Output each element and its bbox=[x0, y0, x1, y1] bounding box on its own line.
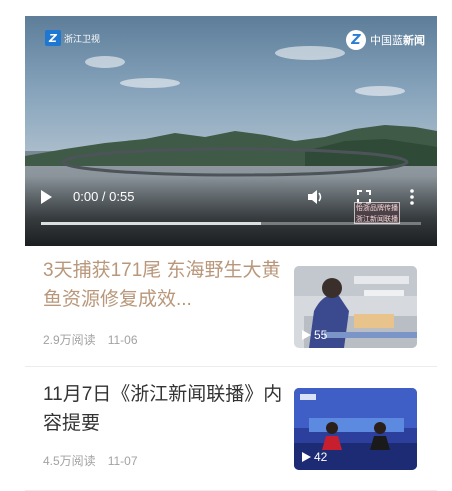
video-player[interactable]: Z 浙江卫视 Z 中国蓝新闻 0:00 / 0:55 怡浙品牌传播 浙江新闻联播 bbox=[25, 16, 437, 246]
article-date: 11-07 bbox=[107, 454, 138, 468]
play-small-icon bbox=[302, 330, 311, 340]
video-progress-bar[interactable] bbox=[41, 222, 421, 225]
play-small-icon bbox=[302, 452, 311, 462]
play-icon[interactable] bbox=[41, 190, 52, 204]
article-meta: 2.9万阅读 11-06 bbox=[43, 331, 138, 348]
article-meta: 4.5万阅读 11-07 bbox=[43, 452, 138, 469]
article-date: 11-06 bbox=[107, 333, 138, 347]
article-title[interactable]: 11月7日《浙江新闻联播》内容提要 bbox=[43, 380, 283, 438]
article-thumbnail[interactable]: 55 bbox=[294, 266, 417, 348]
video-progress-fill bbox=[41, 222, 262, 225]
article-views: 2.9万阅读 bbox=[43, 333, 96, 347]
news-brand-logo: Z 中国蓝新闻 bbox=[346, 30, 425, 50]
video-duration-badge: 42 bbox=[302, 450, 327, 464]
video-timecode: 0:00 / 0:55 bbox=[73, 189, 135, 204]
zjtv-logo-icon: Z bbox=[45, 30, 61, 46]
article-card[interactable]: 3天捕获171尾 东海野生大黄鱼资源修复成效... 2.9万阅读 11-06 55 bbox=[25, 256, 437, 367]
news-brand-text: 中国蓝新闻 bbox=[370, 34, 425, 47]
volume-icon[interactable] bbox=[307, 189, 325, 205]
china-blue-logo-icon: Z bbox=[346, 30, 366, 50]
more-vertical-icon[interactable] bbox=[409, 189, 415, 205]
channel-logo: Z 浙江卫视 bbox=[45, 30, 100, 46]
video-duration-badge: 55 bbox=[302, 328, 327, 342]
channel-logo-text: 浙江卫视 bbox=[64, 34, 101, 45]
article-views: 4.5万阅读 bbox=[43, 454, 96, 468]
video-watermark: 怡浙品牌传播 浙江新闻联播 bbox=[354, 202, 400, 224]
article-title[interactable]: 3天捕获171尾 东海野生大黄鱼资源修复成效... bbox=[43, 256, 283, 314]
article-card[interactable]: 11月7日《浙江新闻联播》内容提要 4.5万阅读 11-07 42 bbox=[25, 380, 437, 491]
